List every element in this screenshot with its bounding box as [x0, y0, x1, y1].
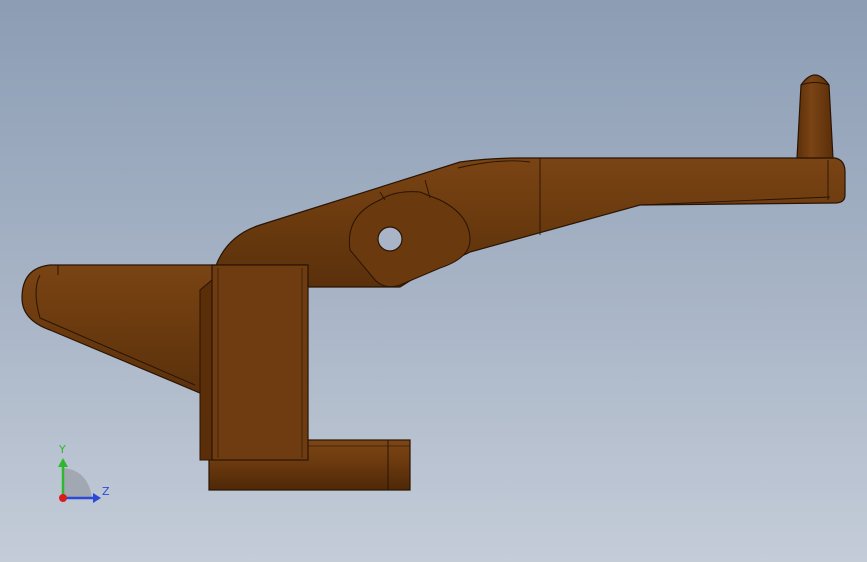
triad-plane-shading: [63, 468, 92, 498]
coordinate-triad: Y Z: [40, 440, 120, 510]
y-axis-label: Y: [59, 443, 66, 456]
y-axis-arrow: [58, 458, 68, 467]
x-axis-dot: [59, 494, 67, 502]
z-axis-label: Z: [102, 485, 110, 498]
graphics-viewport[interactable]: Y Z: [0, 0, 867, 562]
pivot-hole: [377, 226, 403, 252]
left-flange: [21, 264, 216, 396]
right-pin: [796, 74, 834, 159]
vertical-block: [211, 264, 309, 461]
vertical-block-side: [199, 278, 213, 461]
model-view[interactable]: [0, 0, 867, 562]
z-axis-arrow: [93, 493, 101, 503]
